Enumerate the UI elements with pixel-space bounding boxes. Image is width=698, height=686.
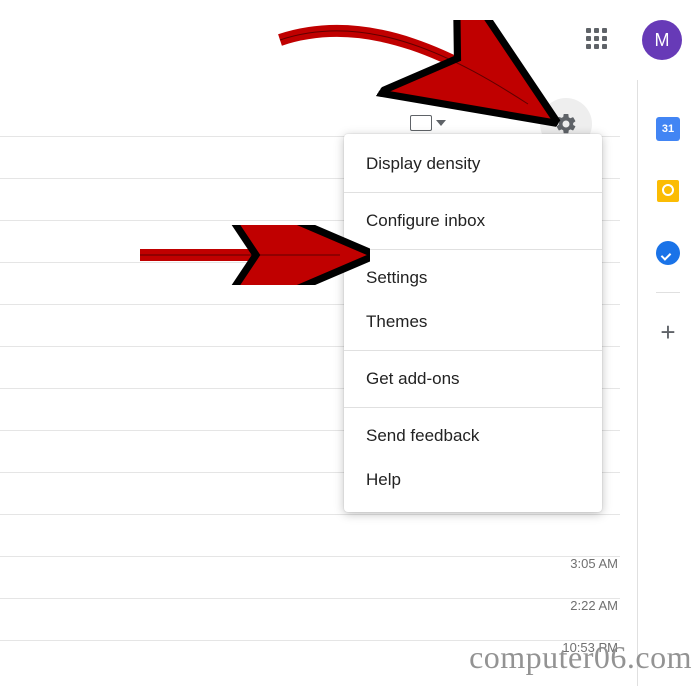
avatar-initial: M — [655, 30, 670, 51]
menu-item-get-addons[interactable]: Get add-ons — [344, 357, 602, 401]
menu-item-settings[interactable]: Settings — [344, 256, 602, 300]
menu-separator — [344, 407, 602, 408]
calendar-addon-button[interactable]: 31 — [655, 116, 681, 142]
menu-separator — [344, 192, 602, 193]
dropdown-caret-icon — [436, 120, 446, 126]
keyboard-icon — [410, 115, 432, 131]
keep-addon-button[interactable] — [655, 178, 681, 204]
calendar-icon: 31 — [656, 117, 680, 141]
menu-separator — [344, 249, 602, 250]
get-addons-button[interactable]: + — [660, 319, 675, 345]
menu-item-help[interactable]: Help — [344, 458, 602, 502]
account-avatar[interactable]: M — [642, 20, 682, 60]
keep-icon — [657, 180, 679, 202]
message-time: 3:05 AM — [570, 556, 618, 571]
menu-separator — [344, 350, 602, 351]
side-panel-separator — [656, 292, 680, 293]
input-tools-button[interactable] — [410, 110, 450, 136]
menu-item-display-density[interactable]: Display density — [344, 142, 602, 186]
menu-item-themes[interactable]: Themes — [344, 300, 602, 344]
menu-item-configure-inbox[interactable]: Configure inbox — [344, 199, 602, 243]
menu-item-send-feedback[interactable]: Send feedback — [344, 414, 602, 458]
settings-dropdown-menu: Display density Configure inbox Settings… — [344, 134, 602, 512]
tasks-icon — [656, 241, 680, 265]
watermark-text: computer06.com — [469, 639, 692, 676]
tasks-addon-button[interactable] — [655, 240, 681, 266]
google-apps-icon[interactable] — [586, 28, 608, 50]
gear-icon — [554, 112, 578, 136]
side-panel: 31 + — [637, 80, 698, 686]
message-time: 2:22 AM — [570, 598, 618, 613]
